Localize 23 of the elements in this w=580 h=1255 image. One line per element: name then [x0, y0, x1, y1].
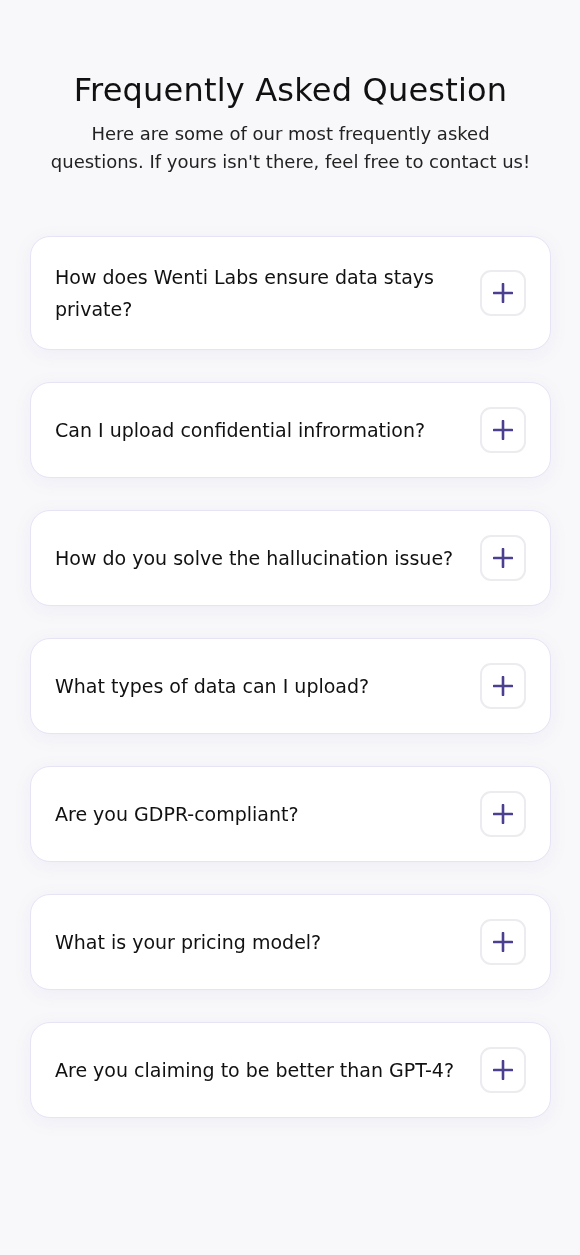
plus-icon [493, 1060, 513, 1080]
plus-icon [493, 283, 513, 303]
question-text: Are you GDPR-compliant? [55, 802, 300, 827]
question-text: Can I upload confidential infrormation? [55, 418, 427, 443]
plus-icon [493, 804, 513, 824]
expand-button[interactable] [480, 270, 526, 316]
expand-button[interactable] [480, 535, 526, 581]
plus-icon [493, 548, 513, 568]
question-text: How does Wenti Labs ensure data stays private? [55, 265, 435, 322]
plus-icon [493, 932, 513, 952]
question-text: What types of data can I upload? [55, 674, 371, 699]
page-title: Frequently Asked Question [73, 70, 508, 111]
expand-button[interactable] [480, 407, 526, 453]
question-text: Are you claiming to be better than GPT-4? [55, 1058, 455, 1083]
expand-button[interactable] [480, 919, 526, 965]
question-text: What is your pricing model? [55, 930, 323, 955]
expand-button[interactable] [480, 791, 526, 837]
expand-button[interactable] [480, 1047, 526, 1093]
plus-icon [493, 420, 513, 440]
plus-icon [493, 676, 513, 696]
subtitle-text: Here are some of our most frequently asked questions. If yours isn't there, feel free to contact us! [50, 122, 531, 174]
question-text: How do you solve the hallucination issue? [55, 546, 455, 571]
expand-button[interactable] [480, 663, 526, 709]
